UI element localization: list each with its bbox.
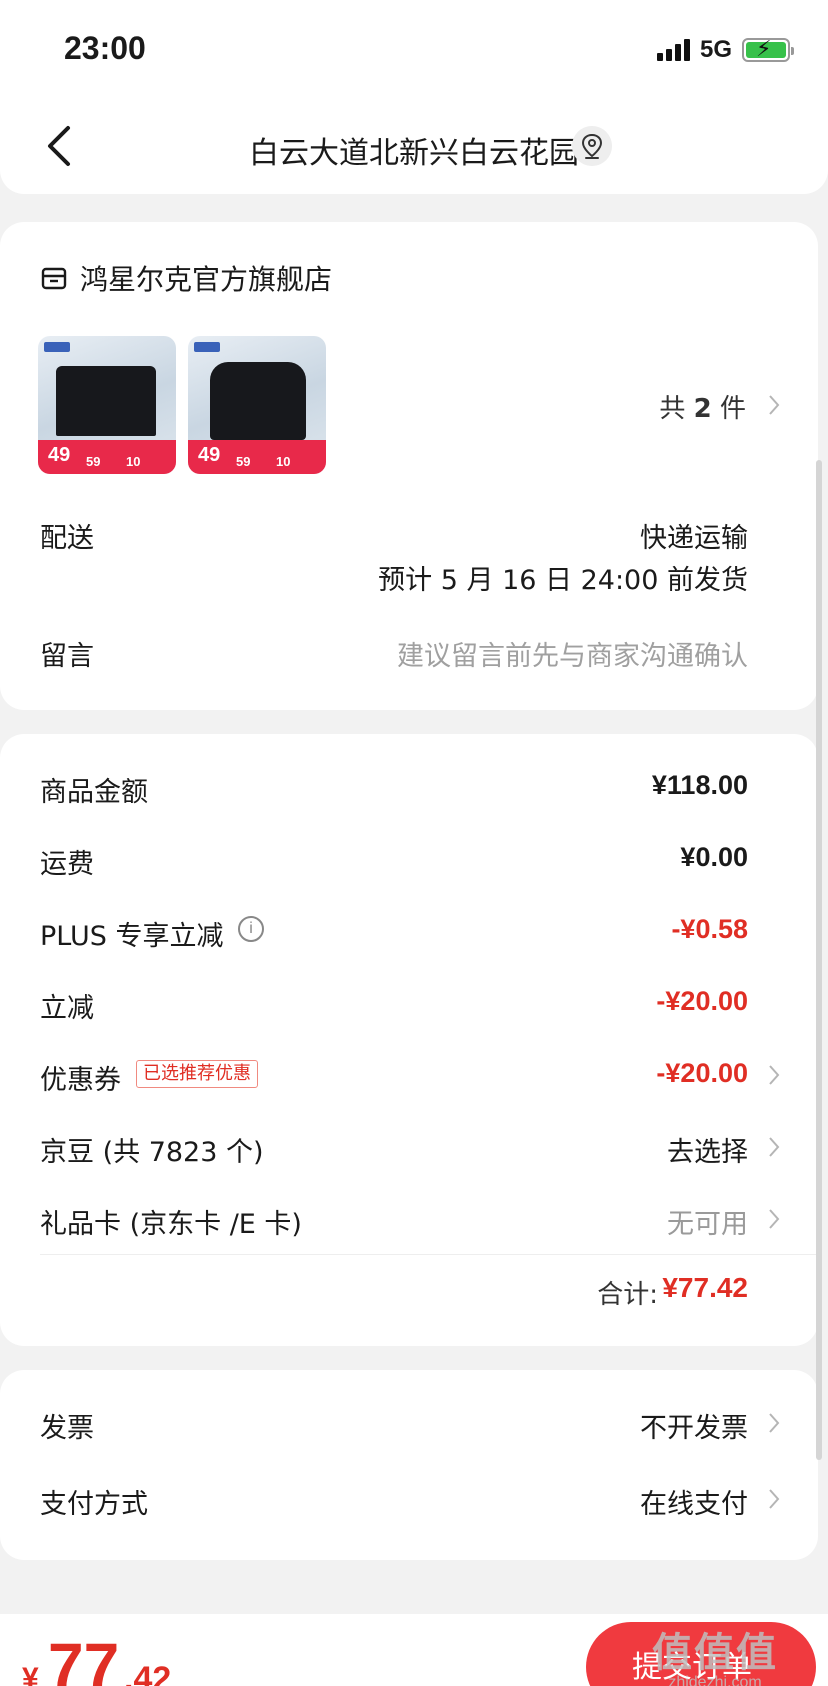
coupon-value[interactable]: -¥20.00 bbox=[656, 1058, 748, 1089]
price-currency: ¥ bbox=[22, 1662, 39, 1686]
price-badge: 49 bbox=[198, 444, 221, 466]
nav-bar: 白云大道北新兴白云花园 bbox=[0, 100, 828, 194]
price-badge: 49 bbox=[48, 444, 71, 466]
store-name: 鸿星尔克官方旗舰店 bbox=[80, 263, 333, 296]
total-label: 合计: bbox=[597, 1280, 658, 1310]
plus-discount-label: PLUS 专享立减 bbox=[40, 921, 224, 952]
chevron-right-icon[interactable] bbox=[768, 1412, 780, 1434]
count-suffix: 件 bbox=[719, 394, 746, 424]
price-summary-card: 商品金额 ¥118.00 运费 ¥0.00 PLUS 专享立减 i -¥0.58… bbox=[0, 734, 818, 1346]
count-number: 2 bbox=[693, 394, 712, 424]
invoice-value[interactable]: 不开发票 bbox=[640, 1406, 748, 1445]
info-icon[interactable]: i bbox=[238, 916, 264, 942]
product-thumbnail-tshirt[interactable]: 49 59 10 bbox=[188, 336, 326, 474]
message-label: 留言 bbox=[40, 641, 94, 672]
price-integer: 77 bbox=[48, 1630, 120, 1686]
plus-discount-value: -¥0.58 bbox=[671, 914, 748, 944]
price-a: 59 bbox=[86, 454, 101, 469]
promo-strip: 49 59 10 bbox=[188, 440, 326, 474]
shipping-label: 运费 bbox=[40, 849, 94, 880]
payment-method-label: 支付方式 bbox=[40, 1489, 148, 1520]
delivery-label: 配送 bbox=[40, 523, 94, 554]
watermark-main: 值值值 bbox=[652, 1630, 778, 1676]
instant-discount-label: 立减 bbox=[40, 993, 94, 1024]
product-thumbnail-shorts[interactable]: 49 59 10 bbox=[38, 336, 176, 474]
status-time: 23:00 bbox=[64, 30, 146, 66]
giftcard-value[interactable]: 无可用 bbox=[667, 1202, 748, 1241]
shipping-value: ¥0.00 bbox=[680, 842, 748, 872]
delivery-method: 快递运输 bbox=[640, 523, 748, 554]
jingdou-value[interactable]: 去选择 bbox=[667, 1130, 748, 1169]
coupon-tag: 已选推荐优惠 bbox=[136, 1060, 258, 1088]
watermark: 值值值 zhidezhi.com bbox=[618, 1620, 812, 1686]
store-header[interactable]: 鸿星尔克官方旗舰店 bbox=[40, 258, 332, 298]
payment-method-value[interactable]: 在线支付 bbox=[640, 1482, 748, 1521]
divider bbox=[40, 1254, 818, 1255]
item-count[interactable]: 共 2 件 bbox=[659, 388, 746, 425]
brand-logo-icon bbox=[44, 342, 70, 352]
location-pin-icon[interactable] bbox=[572, 126, 612, 166]
price-b: 10 bbox=[276, 454, 291, 469]
scrollbar[interactable] bbox=[816, 460, 822, 1460]
message-input[interactable]: 建议留言前先与商家沟通确认 bbox=[397, 634, 748, 673]
status-bar: 23:00 5G ⚡ bbox=[0, 0, 828, 100]
delivery-eta: 预计 5 月 16 日 24:00 前发货 bbox=[378, 565, 748, 596]
price-decimal: .42 bbox=[124, 1660, 172, 1686]
goods-amount-value: ¥118.00 bbox=[651, 770, 748, 800]
price-b: 10 bbox=[126, 454, 141, 469]
address-title[interactable]: 白云大道北新兴白云花园 bbox=[0, 128, 828, 172]
giftcard-label: 礼品卡 (京东卡 /E 卡) bbox=[40, 1209, 302, 1240]
tshirt-image bbox=[210, 362, 306, 440]
store-icon bbox=[41, 267, 67, 290]
watermark-sub: zhidezhi.com bbox=[668, 1674, 762, 1686]
instant-discount-value: -¥20.00 bbox=[656, 986, 748, 1016]
total-value: ¥77.42 bbox=[662, 1272, 748, 1303]
goods-amount-label: 商品金额 bbox=[40, 777, 148, 808]
invoice-label: 发票 bbox=[40, 1413, 94, 1444]
shorts-image bbox=[56, 366, 156, 436]
network-type: 5G bbox=[699, 36, 732, 63]
jingdou-label: 京豆 (共 7823 个) bbox=[40, 1137, 264, 1168]
signal-icon bbox=[656, 39, 690, 61]
count-prefix: 共 bbox=[659, 394, 686, 424]
price-a: 59 bbox=[236, 454, 251, 469]
chevron-right-icon[interactable] bbox=[768, 1136, 780, 1158]
invoice-payment-card: 发票 不开发票 支付方式 在线支付 bbox=[0, 1370, 818, 1560]
chevron-right-icon[interactable] bbox=[768, 1064, 780, 1086]
battery-icon: ⚡ bbox=[742, 37, 794, 62]
status-icons: 5G ⚡ bbox=[656, 36, 794, 64]
chevron-right-icon[interactable] bbox=[768, 1208, 780, 1230]
chevron-right-icon[interactable] bbox=[768, 1488, 780, 1510]
chevron-right-icon[interactable] bbox=[768, 394, 780, 416]
promo-strip: 49 59 10 bbox=[38, 440, 176, 474]
brand-logo-icon bbox=[194, 342, 220, 352]
store-card: 鸿星尔克官方旗舰店 49 59 10 49 59 10 共 2 件 配送 快递运… bbox=[0, 222, 818, 710]
coupon-label: 优惠券 bbox=[40, 1065, 121, 1096]
